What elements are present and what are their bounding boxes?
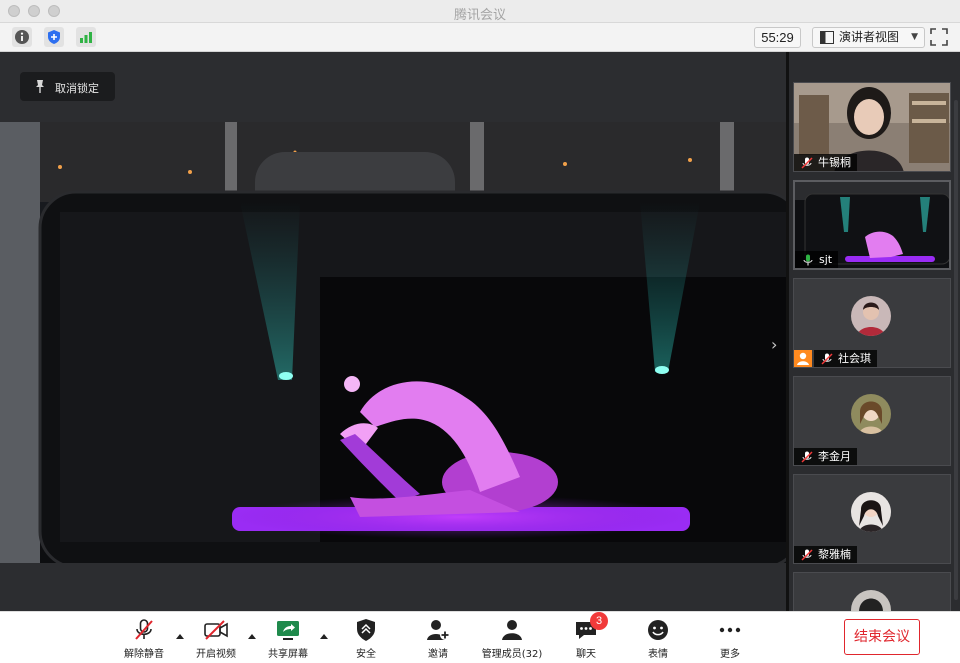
reactions-button[interactable]: 表情 [628,616,688,660]
participant-name: 社会琪 [838,352,871,365]
avatar [851,590,891,611]
start-video-label: 开启视频 [196,649,236,660]
window-title: 腾讯会议 [453,8,506,23]
emoji-icon [648,620,668,640]
title-bar: 腾讯会议 [0,0,960,23]
unlock-label: 取消锁定 [55,82,99,95]
unmute-label: 解除静音 [124,649,164,660]
fullscreen-icon[interactable] [930,28,948,46]
participant-tile[interactable]: 李金月 [793,376,951,466]
participant-scrollbar[interactable] [954,100,958,600]
participant-name: 李金月 [818,450,851,463]
view-mode-dropdown[interactable]: 演讲者视图 ▼ [812,27,925,48]
chevron-down-icon: ▼ [911,32,918,42]
start-video-button[interactable]: 开启视频 [186,616,246,660]
participant-name-bar: 李金月 [794,448,857,465]
mic-options-caret-icon[interactable] [175,632,185,640]
share-options-caret-icon[interactable] [319,632,329,640]
unlock-pin-button[interactable]: 取消锁定 [20,72,115,101]
participant-name-bar: sjt [795,251,839,268]
participant-tile[interactable]: 社会琪 [793,278,951,368]
more-dots-icon [719,627,741,633]
share-screen-icon [277,621,299,640]
avatar [851,296,891,336]
mic-active-icon [803,254,813,266]
meeting-timer: 55:29 [754,27,801,48]
participant-name: sjt [819,253,833,266]
meeting-control-bar: 解除静音 开启视频 共享屏幕 安全 邀请 管理成员(32) 聊天 表情 更多 结… [0,611,960,663]
participant-name-bar: 牛锡桐 [794,154,857,171]
invite-label: 邀请 [428,649,448,660]
participant-name-bar: 社会琪 [814,350,877,367]
mic-muted-icon [801,451,813,463]
shield-icon [357,619,375,641]
camera-off-icon [204,620,228,640]
chevron-right-icon[interactable]: › [771,335,777,354]
participant-tile[interactable] [793,572,951,611]
participant-tile[interactable]: 黎雅楠 [793,474,951,564]
view-mode-label: 演讲者视图 [839,30,900,44]
manage-members-button[interactable]: 管理成员(32) [482,616,542,660]
chat-unread-badge: 3 [590,612,608,630]
meeting-window: 腾讯会议 55:29 演讲者视图 ▼ 取消锁定 › 牛锡桐 sjt 社会琪 李金… [0,0,960,663]
shared-video [0,122,786,563]
mic-muted-icon [801,549,813,561]
host-icon [797,352,809,365]
chat-label: 聊天 [576,649,596,660]
pin-icon [36,80,44,93]
share-screen-label: 共享屏幕 [268,649,308,660]
shared-screen-area: 取消锁定 › [0,52,786,611]
reactions-label: 表情 [648,649,668,660]
layout-icon [820,31,834,44]
mic-muted-icon [801,157,813,169]
more-label: 更多 [720,649,740,660]
mic-muted-icon [821,353,833,365]
security-label: 安全 [356,649,376,660]
mic-muted-icon [135,619,153,640]
participant-name: 黎雅楠 [818,548,851,561]
info-icon[interactable] [12,27,32,47]
manage-members-label: 管理成员(32) [481,649,543,660]
more-button[interactable]: 更多 [700,616,760,660]
participant-name-bar: 黎雅楠 [794,546,857,563]
top-toolbar: 55:29 演讲者视图 ▼ [0,23,960,52]
participant-tile-active[interactable]: sjt [793,180,951,270]
participant-list: 牛锡桐 sjt 社会琪 李金月 黎雅楠 [789,52,960,611]
shield-icon[interactable] [44,27,64,47]
share-screen-button[interactable]: 共享屏幕 [258,616,318,660]
end-meeting-button[interactable]: 结束会议 [844,619,920,655]
security-button[interactable]: 安全 [336,616,396,660]
avatar [851,492,891,532]
unmute-button[interactable]: 解除静音 [114,616,174,660]
video-options-caret-icon[interactable] [247,632,257,640]
add-user-icon [427,620,450,640]
invite-button[interactable]: 邀请 [408,616,468,660]
signal-bars-icon[interactable] [76,27,96,47]
members-icon [502,620,522,640]
participant-tile[interactable]: 牛锡桐 [793,82,951,172]
dancer-video-frame [0,122,786,563]
avatar [851,394,891,434]
host-badge [794,350,812,367]
participant-name: 牛锡桐 [818,156,851,169]
